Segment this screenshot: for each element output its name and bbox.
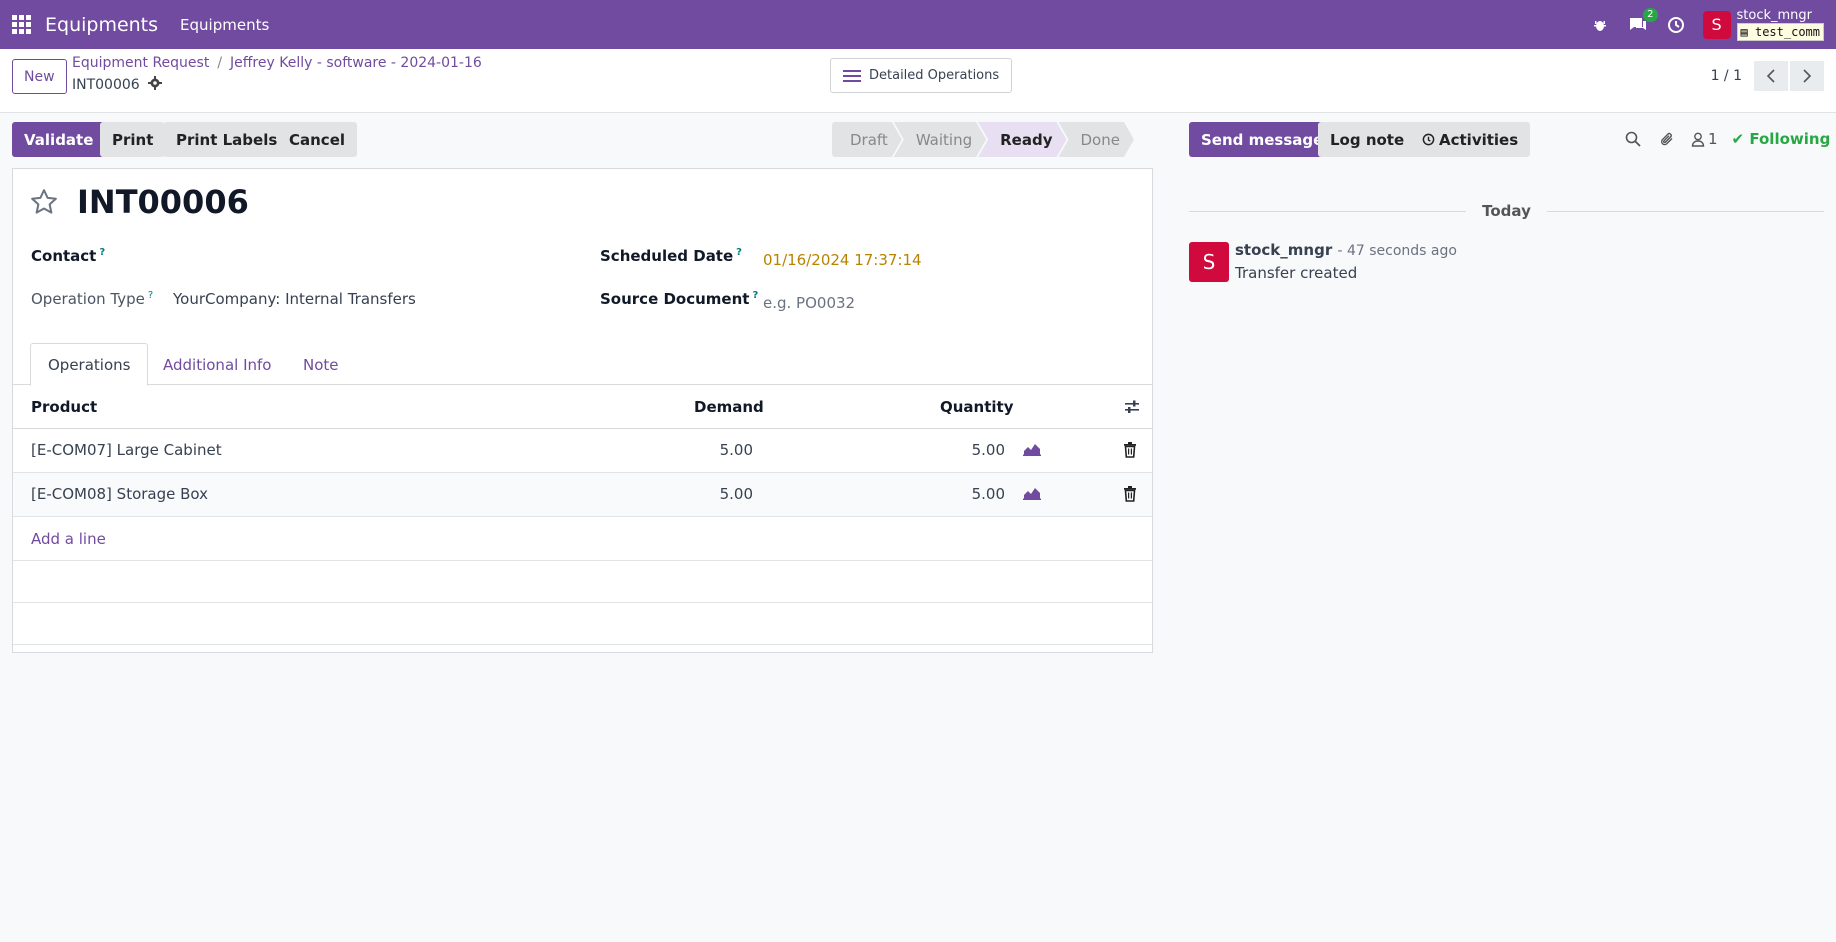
empty-row (13, 561, 1152, 603)
tab-operations[interactable]: Operations (30, 343, 149, 386)
record-reference: INT00006 (72, 77, 140, 93)
following-button[interactable]: ✔ Following (1732, 130, 1831, 148)
trash-icon[interactable] (1123, 442, 1137, 462)
pager-value[interactable]: 1 / 1 (1711, 68, 1742, 84)
following-label: Following (1749, 130, 1831, 148)
operation-type-label: Operation Type? (31, 290, 154, 308)
tab-note[interactable]: Note (286, 343, 356, 386)
demand-cell[interactable]: 5.00 (653, 441, 753, 459)
detailed-operations-label: Detailed Operations (869, 68, 1000, 83)
column-demand[interactable]: Demand (694, 398, 764, 416)
cancel-button[interactable]: Cancel (277, 122, 358, 157)
table-row[interactable]: [E-COM07] Large Cabinet 5.00 5.00 (13, 429, 1152, 473)
column-product[interactable]: Product (31, 398, 97, 416)
apps-menu-icon[interactable] (12, 14, 32, 35)
stage-done[interactable]: Done (1059, 122, 1134, 157)
message-header: stock_mngr - 47 seconds ago (1235, 241, 1457, 259)
debug-icon[interactable] (1589, 14, 1611, 36)
stage-draft[interactable]: Draft (832, 122, 902, 157)
form-sheet: INT00006 Contact? Operation Type? YourCo… (12, 168, 1153, 653)
log-note-button[interactable]: Log note (1318, 122, 1417, 157)
quantity-cell[interactable]: 5.00 (905, 485, 1005, 503)
paperclip-icon[interactable] (1659, 131, 1675, 147)
product-cell[interactable]: [E-COM08] Storage Box (31, 485, 208, 503)
help-tooltip-icon[interactable]: ? (148, 290, 153, 301)
pager: 1 / 1 (1711, 61, 1824, 91)
current-record: INT00006 (72, 76, 162, 94)
search-icon[interactable] (1625, 131, 1641, 147)
help-tooltip-icon[interactable]: ? (752, 290, 758, 301)
table-row[interactable]: [E-COM08] Storage Box 5.00 5.00 (13, 473, 1152, 517)
chat-icon[interactable]: 2 (1627, 7, 1658, 36)
record-title: INT00006 (77, 183, 249, 221)
optional-columns-icon[interactable] (1124, 399, 1140, 419)
app-name[interactable]: Equipments (45, 14, 158, 36)
database-tag: ▤ test_comm (1736, 22, 1824, 41)
check-icon: ✔ (1731, 130, 1745, 148)
contact-label: Contact? (31, 247, 106, 265)
column-quantity[interactable]: Quantity (940, 398, 1014, 416)
forecast-chart-icon[interactable] (1023, 442, 1041, 460)
message-author[interactable]: stock_mngr (1235, 241, 1332, 259)
empty-row (13, 603, 1152, 645)
source-document-label: Source Document? (600, 290, 759, 308)
chat-badge: 2 (1643, 7, 1658, 22)
quantity-cell[interactable]: 5.00 (905, 441, 1005, 459)
operation-type-field[interactable]: YourCompany: Internal Transfers (173, 290, 416, 308)
detailed-operations-button[interactable]: Detailed Operations (830, 58, 1013, 93)
date-separator: Today (1189, 202, 1824, 222)
user-name: stock_mngr (1736, 7, 1813, 23)
control-panel: New Equipment Request / Jeffrey Kelly - so… (0, 49, 1836, 113)
scheduled-date-field[interactable]: 01/16/2024 17:37:14 (763, 251, 922, 269)
table-header: Product Demand Quantity (13, 385, 1152, 429)
print-labels-button[interactable]: Print Labels (164, 122, 290, 157)
trash-icon[interactable] (1123, 486, 1137, 506)
validate-button[interactable]: Validate (12, 122, 106, 157)
gear-icon[interactable] (147, 76, 162, 94)
menu-equipments[interactable]: Equipments (180, 16, 269, 34)
forecast-chart-icon[interactable] (1023, 486, 1041, 504)
print-button[interactable]: Print (100, 122, 166, 157)
clock-icon (1422, 133, 1435, 146)
activities-button[interactable]: Activities (1410, 122, 1531, 157)
message-time: - 47 seconds ago (1337, 243, 1457, 259)
list-icon (843, 67, 861, 85)
top-navbar: Equipments Equipments 2 S stock_mngr ▤ t… (0, 0, 1836, 49)
tab-additional-info[interactable]: Additional Info (146, 343, 288, 386)
message-body: Transfer created (1235, 264, 1358, 282)
user-icon (1691, 132, 1705, 147)
source-document-field[interactable]: e.g. PO0032 (763, 294, 855, 312)
stage-waiting[interactable]: Waiting (894, 122, 986, 157)
chatter-toolbar: 1 ✔ Following (1625, 130, 1830, 148)
product-cell[interactable]: [E-COM07] Large Cabinet (31, 441, 222, 459)
chevron-left-icon[interactable] (1754, 61, 1788, 91)
help-tooltip-icon[interactable]: ? (99, 247, 105, 258)
clock-icon[interactable] (1665, 14, 1687, 36)
star-icon[interactable] (29, 187, 59, 225)
help-tooltip-icon[interactable]: ? (736, 247, 742, 258)
status-bar: Draft Waiting Ready Done (832, 122, 1126, 157)
table-row-add (13, 517, 1152, 561)
breadcrumb-request-record[interactable]: Jeffrey Kelly - software - 2024-01-16 (230, 55, 482, 71)
scheduled-date-label: Scheduled Date? (600, 247, 742, 265)
breadcrumb-equipment-request[interactable]: Equipment Request (72, 55, 209, 71)
user-menu[interactable]: stock_mngr ▤ test_comm (1736, 7, 1824, 41)
stage-ready[interactable]: Ready (978, 122, 1066, 157)
breadcrumb-separator: / (217, 55, 223, 71)
send-message-button[interactable]: Send message (1189, 122, 1336, 157)
followers-button[interactable]: 1 (1691, 130, 1718, 148)
user-avatar[interactable]: S (1702, 10, 1731, 39)
author-avatar[interactable]: S (1189, 242, 1229, 282)
demand-cell[interactable]: 5.00 (653, 485, 753, 503)
chevron-right-icon[interactable] (1790, 61, 1824, 91)
new-button[interactable]: New (12, 59, 67, 94)
breadcrumb: Equipment Request / Jeffrey Kelly - softwa… (72, 55, 482, 71)
followers-count: 1 (1708, 130, 1718, 148)
notebook-tabs: Operations Additional Info Note (13, 343, 1152, 386)
activities-label: Activities (1439, 130, 1519, 149)
